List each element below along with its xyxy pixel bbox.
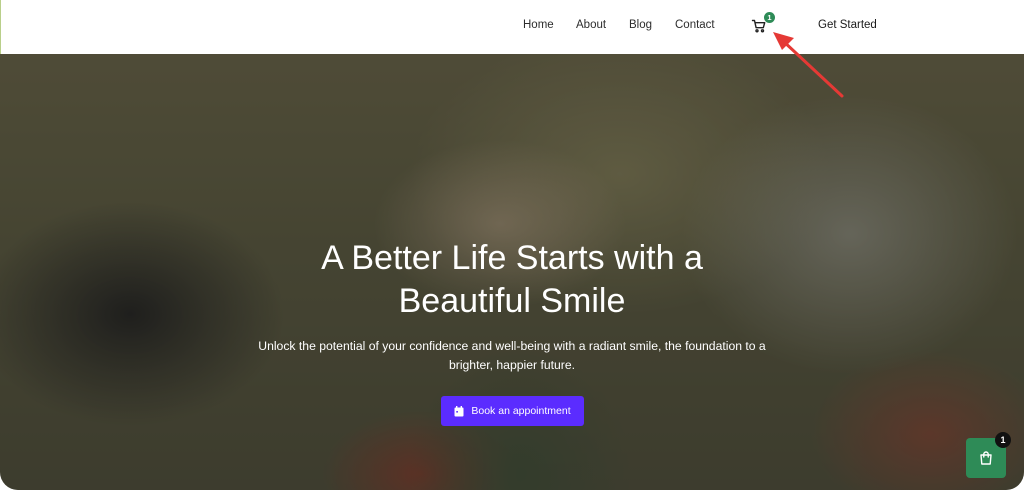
book-appointment-button[interactable]: Book an appointment bbox=[441, 396, 584, 426]
book-appointment-label: Book an appointment bbox=[471, 405, 571, 417]
nav-blog[interactable]: Blog bbox=[629, 19, 652, 31]
site-header: Home About Blog Contact 1 Get Started bbox=[0, 0, 1024, 54]
hero-title-line-1: A Better Life Starts with a bbox=[321, 239, 703, 277]
hero-title: A Better Life Starts with a Beautiful Sm… bbox=[0, 237, 1024, 323]
hero-section: A Better Life Starts with a Beautiful Sm… bbox=[0, 54, 1024, 490]
nav-contact[interactable]: Contact bbox=[675, 19, 715, 31]
cart-count-badge: 1 bbox=[764, 12, 775, 23]
shopping-bag-icon bbox=[980, 451, 992, 465]
nav-about[interactable]: About bbox=[576, 19, 606, 31]
hero-subtitle: Unlock the potential of your confidence … bbox=[240, 337, 784, 375]
hero-subtitle-line-1: Unlock the potential of your confidence … bbox=[258, 339, 766, 353]
nav-home[interactable]: Home bbox=[523, 19, 554, 31]
hero-subtitle-line-2: brighter, happier future. bbox=[448, 358, 576, 372]
get-started-button[interactable]: Get Started bbox=[818, 19, 877, 31]
floating-cart-count-badge: 1 bbox=[995, 432, 1011, 448]
hero-title-line-2: Beautiful Smile bbox=[398, 282, 626, 320]
calendar-icon bbox=[454, 405, 464, 416]
